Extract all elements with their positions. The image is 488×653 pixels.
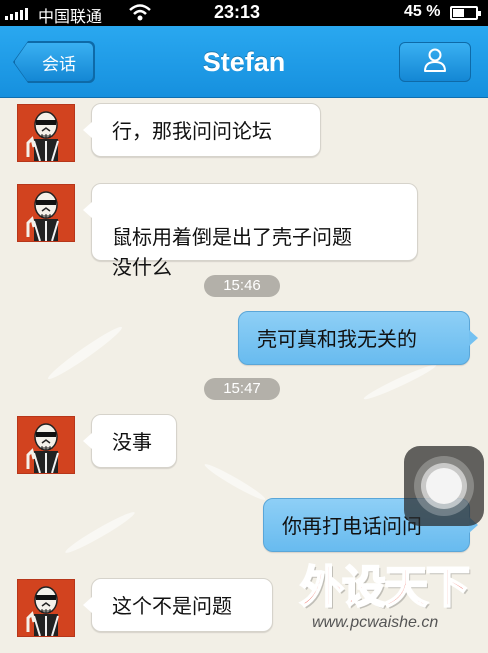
status-bar: 中国联通 23:13 45 % [0,0,488,26]
assistive-touch-button[interactable] [404,446,484,526]
background-streak [63,508,137,557]
message-bubble-outgoing[interactable]: 壳可真和我无关的 [238,311,478,365]
timestamp-pill: 15:46 [204,275,280,297]
wifi-icon [128,3,152,26]
skull-avatar-icon [26,586,59,637]
skull-avatar-icon [26,191,59,242]
watermark-logo: 外设天下 [299,561,471,614]
navigation-bar: 会话 Stefan [0,26,488,98]
message-text: 行，那我问问论坛 [112,119,272,143]
skull-avatar-icon [26,111,59,162]
message-bubble-incoming[interactable]: 鼠标用着倒是出了壳子问题 没什么 [83,183,418,279]
message-text: 没事 [112,430,152,454]
message-text: 鼠标用着倒是出了壳子问题 没什么 [112,225,352,279]
contact-avatar[interactable] [17,579,75,637]
battery-icon [450,6,481,20]
message-bubble-incoming[interactable]: 没事 [83,414,177,468]
assistive-ring-inner [426,468,462,504]
message-bubble-incoming[interactable]: 行，那我问问论坛 [83,103,321,157]
status-clock: 23:13 [214,2,261,22]
contact-avatar[interactable] [17,416,75,474]
message-text: 你再打电话问问 [282,514,422,538]
back-button-label: 会话 [42,54,76,75]
contact-name-title: Stefan [202,47,286,77]
carrier-name: 中国联通 [38,9,103,26]
background-streak [362,361,438,403]
timestamp-pill: 15:47 [204,378,280,400]
contact-avatar[interactable] [17,104,75,162]
message-text: 壳可真和我无关的 [257,327,417,351]
skull-avatar-icon [26,423,59,474]
back-button[interactable]: 会话 [14,42,94,82]
battery-percentage: 45 % [404,3,441,20]
person-icon [422,47,448,77]
contact-profile-button[interactable] [399,42,471,82]
background-streak [45,323,125,383]
watermark-url: www.pcwaishe.cn [312,614,439,631]
contact-avatar[interactable] [17,184,75,242]
background-streak [202,461,268,503]
message-bubble-incoming[interactable]: 这个不是问题 [83,578,273,632]
message-text: 这个不是问题 [112,594,232,618]
signal-icon [5,8,28,20]
